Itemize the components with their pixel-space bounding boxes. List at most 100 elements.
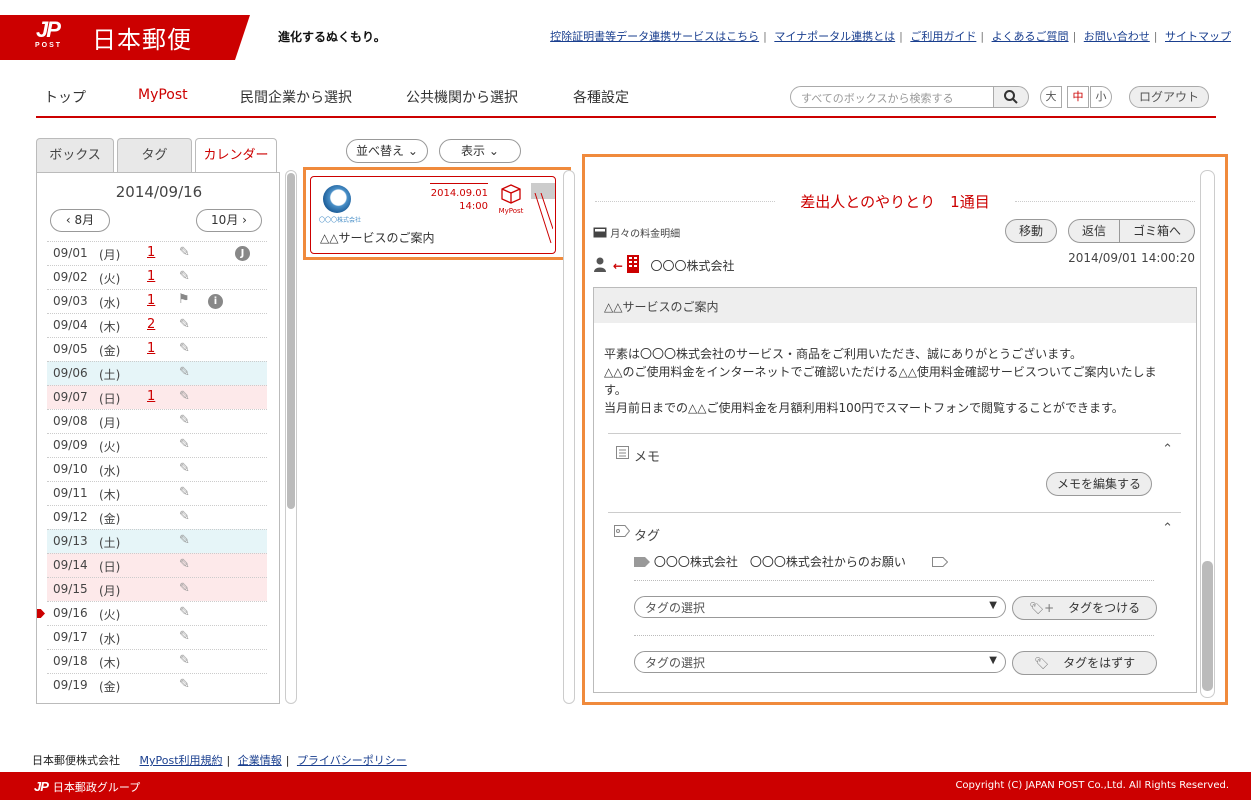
- calendar-row[interactable]: 09/19 (金) ✎: [47, 673, 267, 697]
- calendar-row[interactable]: 09/05 (金) 1 ✎: [47, 337, 267, 361]
- font-size-medium[interactable]: 中: [1067, 86, 1089, 108]
- view-button[interactable]: 表示 ⌄: [439, 139, 521, 163]
- calendar-row[interactable]: 09/13 (土) ✎: [47, 529, 267, 553]
- pencil-icon[interactable]: ✎: [179, 629, 190, 644]
- link-koujo[interactable]: 控除証明書等データ連携サービスはこちら: [550, 30, 759, 43]
- link-faq[interactable]: よくあるご質問: [992, 30, 1069, 43]
- calendar-row[interactable]: 09/18 (木) ✎: [47, 649, 267, 673]
- tag-add-icon: 🏷+: [1028, 601, 1055, 615]
- link-terms[interactable]: MyPost利用規約: [140, 754, 223, 767]
- calendar-row[interactable]: 09/14 (日) ✎: [47, 553, 267, 577]
- pencil-icon[interactable]: ✎: [179, 485, 190, 500]
- category-label: 月々の料金明細: [610, 229, 681, 240]
- move-button[interactable]: 移動: [1005, 219, 1057, 243]
- row-count[interactable]: 1: [147, 245, 155, 260]
- link-privacy[interactable]: プライバシーポリシー: [297, 754, 407, 767]
- calendar-row[interactable]: 09/08 (月) ✎: [47, 409, 267, 433]
- pencil-icon[interactable]: ✎: [179, 653, 190, 668]
- calendar-row[interactable]: 09/11 (木) ✎: [47, 481, 267, 505]
- tab-box[interactable]: ボックス: [36, 138, 114, 173]
- message-card[interactable]: 〇〇〇株式会社 2014.09.01 14:00 MyPost △△サービスのご案…: [310, 176, 556, 254]
- japan-post-logo[interactable]: JP POST 日本郵便: [0, 15, 250, 60]
- calendar-row[interactable]: 09/04 (木) 2 ✎: [47, 313, 267, 337]
- calendar-row[interactable]: 09/09 (火) ✎: [47, 433, 267, 457]
- tab-calendar[interactable]: カレンダー: [195, 138, 277, 174]
- logout-button[interactable]: ログアウト: [1129, 86, 1209, 108]
- tag-select-attach[interactable]: タグの選択 ▼: [634, 596, 1006, 618]
- calendar-row[interactable]: 09/02 (火) 1 ✎: [47, 265, 267, 289]
- scroll-thumb[interactable]: [287, 173, 295, 509]
- pencil-icon[interactable]: ✎: [179, 437, 190, 452]
- scroll-thumb[interactable]: [1202, 561, 1213, 691]
- calendar-row[interactable]: 09/16 (火) ✎: [37, 601, 267, 625]
- nav-mypost[interactable]: MyPost: [138, 87, 188, 103]
- pencil-icon[interactable]: ✎: [179, 269, 190, 284]
- nav-public[interactable]: 公共機関から選択: [406, 87, 518, 107]
- pencil-icon[interactable]: ✎: [179, 245, 190, 260]
- calendar-row[interactable]: 09/15 (月) ✎: [47, 577, 267, 601]
- row-weekday: (土): [99, 536, 121, 550]
- font-size-large[interactable]: 大: [1040, 86, 1062, 108]
- row-count[interactable]: 1: [147, 269, 155, 284]
- sort-button[interactable]: 並べ替え ⌄: [346, 139, 428, 163]
- group-mark: JP: [34, 779, 49, 794]
- font-size-small[interactable]: 小: [1090, 86, 1112, 108]
- edit-memo-button[interactable]: メモを編集する: [1046, 472, 1152, 496]
- search-button[interactable]: [993, 86, 1029, 108]
- pencil-icon[interactable]: ✎: [179, 605, 190, 620]
- search-input[interactable]: すべてのボックスから検索する: [790, 86, 994, 108]
- nav-top[interactable]: トップ: [44, 87, 86, 107]
- attach-tag-button[interactable]: 🏷+ タグをつける: [1012, 596, 1157, 620]
- calendar-row[interactable]: 09/03 (水) 1 ⚑ i: [47, 289, 267, 313]
- row-count[interactable]: 2: [147, 317, 155, 332]
- memo-section: メモ ⌃ メモを編集する: [608, 433, 1181, 513]
- row-count[interactable]: 1: [147, 341, 155, 356]
- link-company-info[interactable]: 企業情報: [238, 754, 282, 767]
- trash-button[interactable]: ゴミ箱へ: [1119, 219, 1195, 243]
- tag-select-remove[interactable]: タグの選択 ▼: [634, 651, 1006, 673]
- calendar-row[interactable]: 09/12 (金) ✎: [47, 505, 267, 529]
- link-contact[interactable]: お問い合わせ: [1084, 30, 1150, 43]
- tab-tag[interactable]: タグ: [117, 138, 192, 173]
- pencil-icon[interactable]: ✎: [179, 581, 190, 596]
- nav-settings[interactable]: 各種設定: [573, 87, 629, 107]
- pencil-icon[interactable]: ✎: [179, 341, 190, 356]
- list-scrollbar[interactable]: [563, 170, 575, 704]
- chevron-up-icon[interactable]: ⌃: [1162, 521, 1173, 536]
- pencil-icon[interactable]: ✎: [179, 677, 190, 692]
- chevron-up-icon[interactable]: ⌃: [1162, 442, 1173, 457]
- calendar-row[interactable]: 09/01 (月) 1 ✎ J: [47, 241, 267, 265]
- calendar-row[interactable]: 09/06 (土) ✎: [47, 361, 267, 385]
- detail-scrollbar[interactable]: [1200, 170, 1215, 698]
- link-sitemap[interactable]: サイトマップ: [1165, 30, 1231, 43]
- next-month-button[interactable]: 10月 ›: [196, 209, 262, 232]
- pencil-icon[interactable]: ✎: [179, 557, 190, 572]
- calendar-row[interactable]: 09/07 (日) 1 ✎: [47, 385, 267, 409]
- body-line: △△のご使用料金をインターネットでご確認いただける△△使用料金確認サービスついて…: [604, 365, 1157, 379]
- calendar-row[interactable]: 09/10 (水) ✎: [47, 457, 267, 481]
- chevron-down-icon: ⌄: [404, 144, 418, 158]
- pencil-icon[interactable]: ✎: [179, 509, 190, 524]
- pencil-icon[interactable]: ✎: [179, 413, 190, 428]
- row-date: 09/16: [53, 606, 88, 620]
- link-guide[interactable]: ご利用ガイド: [910, 30, 976, 43]
- tag-icon: [614, 525, 630, 537]
- pencil-icon[interactable]: ✎: [179, 533, 190, 548]
- pencil-icon[interactable]: ✎: [179, 461, 190, 476]
- reply-button[interactable]: 返信: [1068, 219, 1120, 243]
- pencil-icon[interactable]: ✎: [179, 317, 190, 332]
- row-count[interactable]: 1: [147, 293, 155, 308]
- memo-icon: [616, 446, 629, 459]
- top-links: 控除証明書等データ連携サービスはこちら | マイナポータル連携とは | ご利用ガイド…: [550, 30, 1231, 43]
- row-count[interactable]: 1: [147, 389, 155, 404]
- link-mynaportal[interactable]: マイナポータル連携とは: [774, 30, 895, 43]
- prev-month-button[interactable]: ‹ 8月: [50, 209, 110, 232]
- calendar-row[interactable]: 09/17 (水) ✎: [47, 625, 267, 649]
- row-weekday: (金): [99, 512, 121, 526]
- calendar-scrollbar[interactable]: [285, 170, 297, 704]
- nav-private[interactable]: 民間企業から選択: [240, 87, 352, 107]
- pencil-icon[interactable]: ✎: [179, 389, 190, 404]
- pencil-icon[interactable]: ✎: [179, 365, 190, 380]
- remove-tag-button[interactable]: 🏷 タグをはずす: [1012, 651, 1157, 675]
- calendar-date: 2014/09/16: [115, 183, 203, 201]
